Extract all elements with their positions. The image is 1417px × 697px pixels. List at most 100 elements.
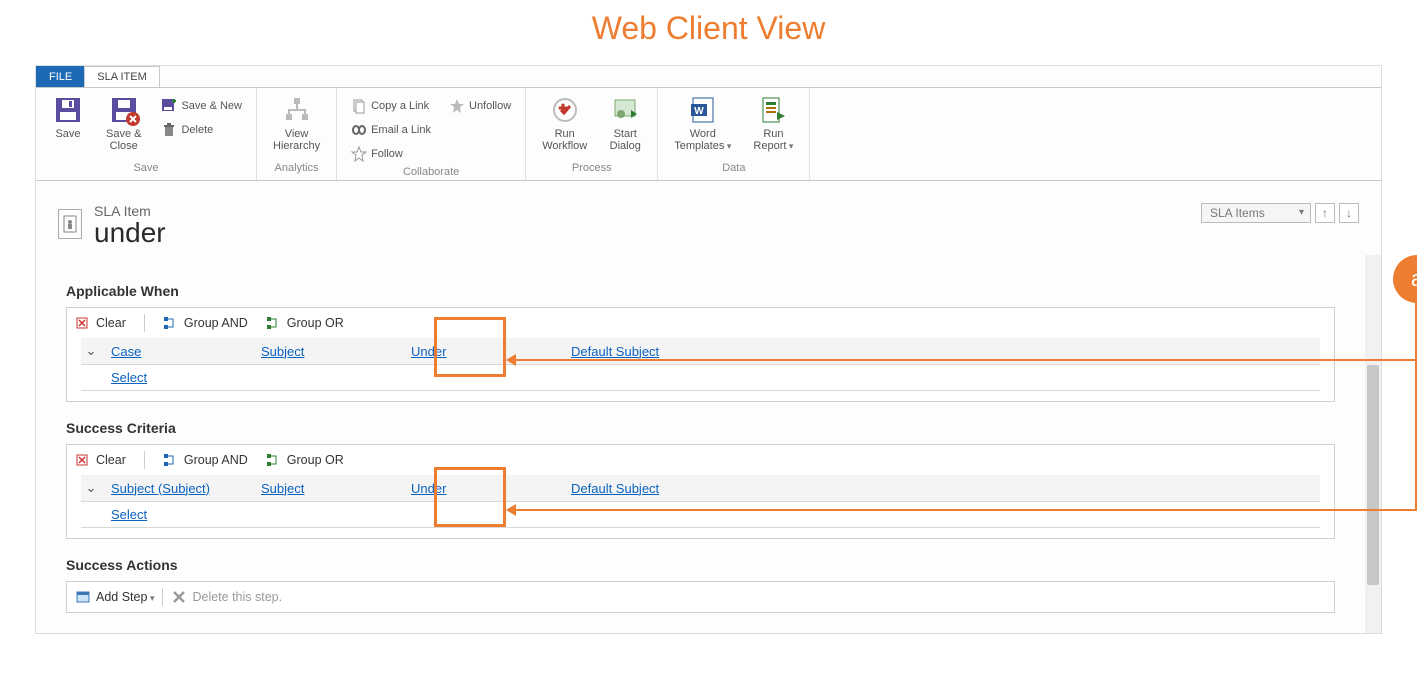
group-or-label: Group OR <box>287 316 344 330</box>
group-or-button[interactable]: Group OR <box>266 452 344 468</box>
group-and-button[interactable]: Group AND <box>163 315 248 331</box>
section-success-actions-heading: Success Actions <box>66 557 1335 573</box>
ribbon-group-collaborate-title: Collaborate <box>403 164 459 178</box>
view-hierarchy-button[interactable]: View Hierarchy <box>267 92 326 154</box>
run-report-button[interactable]: Run Report <box>747 92 799 154</box>
clause-operator-link[interactable]: Under <box>411 481 446 496</box>
vertical-scrollbar[interactable] <box>1365 255 1381 633</box>
tab-file[interactable]: FILE <box>36 66 85 87</box>
section-success-criteria-heading: Success Criteria <box>66 420 1335 436</box>
unfollow-button[interactable]: Unfollow <box>445 96 515 116</box>
content-area: Applicable When Clear Group AND Group OR <box>36 255 1365 633</box>
group-or-button[interactable]: Group OR <box>266 315 344 331</box>
word-templates-button[interactable]: W Word Templates <box>668 92 737 154</box>
applicable-when-select-row: Select <box>81 365 1320 391</box>
group-and-icon <box>163 315 179 331</box>
email-link-button[interactable]: Email a Link <box>347 120 435 140</box>
clause-value-link[interactable]: Default Subject <box>571 344 659 359</box>
copy-link-button[interactable]: Copy a Link <box>347 96 435 116</box>
success-actions-box: Add Step Delete this step. <box>66 581 1335 613</box>
applicable-when-box: Clear Group AND Group OR ⌄ Case <box>66 307 1335 402</box>
ribbon-group-analytics: View Hierarchy Analytics <box>257 88 337 180</box>
form-header: SLA Item under SLA Items ↑ ↓ <box>36 181 1381 255</box>
toolbar-divider <box>162 588 163 606</box>
svg-text:W: W <box>694 106 704 117</box>
start-dialog-icon <box>609 94 641 126</box>
run-report-icon <box>757 94 789 126</box>
ribbon-group-data-title: Data <box>722 160 745 174</box>
group-or-icon <box>266 315 282 331</box>
clear-icon <box>75 452 91 468</box>
nav-next-button[interactable]: ↓ <box>1339 203 1359 223</box>
success-criteria-select-row: Select <box>81 502 1320 528</box>
scrollbar-thumb[interactable] <box>1367 365 1379 585</box>
save-new-label: Save & New <box>181 100 242 112</box>
save-icon <box>52 94 84 126</box>
app-frame: FILE SLA ITEM Save Save & Close <box>35 65 1382 634</box>
ribbon-group-save-title: Save <box>133 160 158 174</box>
ribbon-group-data: W Word Templates Run Report Data <box>658 88 810 180</box>
clear-label: Clear <box>96 453 126 467</box>
save-label: Save <box>55 128 80 140</box>
clause-entity-link[interactable]: Subject (Subject) <box>111 481 210 496</box>
delete-step-icon <box>171 589 187 605</box>
clear-button[interactable]: Clear <box>75 452 126 468</box>
clause-operator-link[interactable]: Under <box>411 344 446 359</box>
group-and-button[interactable]: Group AND <box>163 452 248 468</box>
follow-button[interactable]: Follow <box>347 144 435 164</box>
content-shell: Applicable When Clear Group AND Group OR <box>36 255 1381 633</box>
email-link-label: Email a Link <box>371 124 431 136</box>
ribbon-group-save: Save Save & Close Save & New <box>36 88 257 180</box>
expand-toggle[interactable]: ⌄ <box>81 480 101 496</box>
save-close-label: Save & Close <box>106 128 141 152</box>
select-link[interactable]: Select <box>111 507 147 522</box>
nav-prev-button[interactable]: ↑ <box>1315 203 1335 223</box>
annotation-badge-a: a <box>1393 255 1417 303</box>
word-templates-label: Word Templates <box>674 128 731 152</box>
delete-label: Delete <box>181 124 213 136</box>
expand-toggle[interactable]: ⌄ <box>81 343 101 359</box>
ribbon-group-process: Run Workflow Start Dialog Process <box>526 88 658 180</box>
delete-step-label: Delete this step. <box>192 590 282 604</box>
save-new-button[interactable]: Save & New <box>157 96 246 116</box>
applicable-when-clause-row: ⌄ Case Subject Under Default Subject <box>81 338 1320 365</box>
ribbon-group-collaborate: Copy a Link Email a Link Follow <box>337 88 526 180</box>
toolbar-divider <box>144 451 145 469</box>
success-criteria-clause-row: ⌄ Subject (Subject) Subject Under Defaul… <box>81 475 1320 502</box>
group-and-label: Group AND <box>184 316 248 330</box>
run-workflow-icon <box>549 94 581 126</box>
ribbon-group-analytics-title: Analytics <box>275 160 319 174</box>
copy-link-icon <box>351 98 367 114</box>
add-step-button[interactable]: Add Step <box>75 589 154 605</box>
select-link[interactable]: Select <box>111 370 147 385</box>
clause-value-link[interactable]: Default Subject <box>571 481 659 496</box>
clause-attribute-link[interactable]: Subject <box>261 344 304 359</box>
success-criteria-box: Clear Group AND Group OR ⌄ Subj <box>66 444 1335 539</box>
tabstrip: FILE SLA ITEM <box>36 66 1381 88</box>
copy-link-label: Copy a Link <box>371 100 429 112</box>
add-step-icon <box>75 589 91 605</box>
run-workflow-button[interactable]: Run Workflow <box>536 92 593 154</box>
delete-button[interactable]: Delete <box>157 120 246 140</box>
view-hierarchy-label: View Hierarchy <box>273 128 320 152</box>
run-workflow-label: Run Workflow <box>542 128 587 152</box>
run-report-label: Run Report <box>753 128 793 152</box>
save-button[interactable]: Save <box>46 92 90 142</box>
email-link-icon <box>351 122 367 138</box>
entity-icon <box>58 209 82 239</box>
clause-entity-link[interactable]: Case <box>111 344 141 359</box>
tab-sla-item[interactable]: SLA ITEM <box>84 66 160 87</box>
save-close-icon <box>108 94 140 126</box>
clause-attribute-link[interactable]: Subject <box>261 481 304 496</box>
clear-label: Clear <box>96 316 126 330</box>
delete-icon <box>161 122 177 138</box>
record-set-picker[interactable]: SLA Items <box>1201 203 1311 223</box>
clear-button[interactable]: Clear <box>75 315 126 331</box>
save-close-button[interactable]: Save & Close <box>100 92 147 154</box>
follow-label: Follow <box>371 148 403 160</box>
start-dialog-button[interactable]: Start Dialog <box>603 92 647 154</box>
add-step-label: Add Step <box>96 590 154 604</box>
hierarchy-icon <box>281 94 313 126</box>
delete-step-button[interactable]: Delete this step. <box>171 589 282 605</box>
start-dialog-label: Start Dialog <box>610 128 641 152</box>
